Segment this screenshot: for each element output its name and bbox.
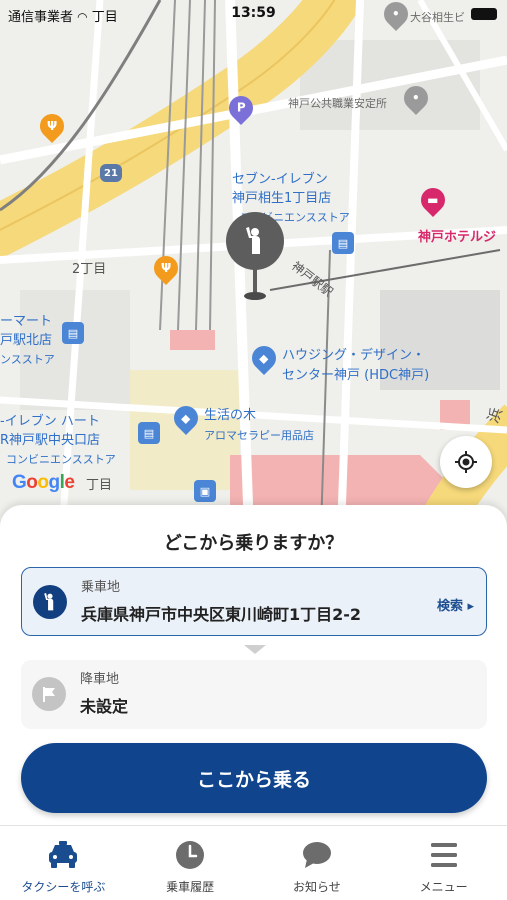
map-label: ーマート: [0, 314, 53, 329]
crosshair-icon: [455, 451, 477, 473]
transit-marker-icon[interactable]: ▣: [194, 480, 216, 502]
tab-label: タクシーを呼ぶ: [21, 880, 106, 894]
dropoff-location-field[interactable]: 降車地 未設定: [21, 660, 487, 729]
taxi-icon: [46, 838, 80, 872]
dropoff-caption: 降車地: [80, 672, 120, 687]
map-label: R神戸駅中央口店: [0, 433, 101, 448]
tab-bar: タクシーを呼ぶ 乗車履歴 お知らせ メニュー: [0, 825, 507, 900]
route-shield-icon: 21: [100, 164, 122, 182]
map-label: 神戸相生1丁目店: [232, 191, 332, 206]
tab-notices[interactable]: お知らせ: [254, 826, 381, 900]
tab-ride-history[interactable]: 乗車履歴: [127, 826, 254, 900]
tab-menu[interactable]: メニュー: [380, 826, 507, 900]
map-label: -イレブン ハート: [0, 414, 100, 429]
ride-from-here-button[interactable]: ここから乗る: [21, 743, 487, 813]
flag-icon: [32, 677, 66, 711]
clock-icon: [173, 838, 207, 872]
map-view[interactable]: 通信事業者 ◠ 丁目 13:59 Ψ Ψ P • • ▬ ◆ ◆ ▤ ▤ ▤ ▣…: [0, 0, 507, 560]
google-logo: Google: [12, 472, 75, 493]
pickup-caption: 乗車地: [81, 580, 121, 595]
map-label: 神戸公共職業安定所: [288, 97, 387, 110]
map-label: ハウジング・デザイン・: [282, 348, 426, 363]
dropoff-address: 未設定: [80, 697, 129, 716]
map-label: 大谷相生ビ: [410, 11, 465, 24]
caret-down-icon: [244, 645, 266, 654]
map-label: 生活の木: [204, 408, 257, 423]
waving-person-icon: [226, 212, 284, 270]
map-label: 丁目: [86, 478, 113, 493]
location-sheet: どこから乗りますか？ 乗車地 兵庫県神戸市中央区東川崎町1丁目2-2 検索 ▸ …: [0, 505, 507, 825]
tab-label: 乗車履歴: [166, 880, 215, 894]
pickup-location-pin[interactable]: [226, 212, 284, 300]
map-label: 神戸ホテルジ: [418, 230, 497, 245]
speech-bubble-icon: [300, 838, 334, 872]
waving-person-icon: [33, 585, 67, 619]
map-label: セブン-イレブン: [232, 172, 328, 187]
battery-icon: [471, 8, 497, 20]
map-label: アロマセラピー用品店: [204, 429, 314, 442]
map-label: 戸駅北店: [0, 333, 53, 348]
store-marker-icon[interactable]: ▤: [62, 322, 84, 344]
search-link[interactable]: 検索 ▸: [437, 595, 474, 614]
map-label: 2丁目: [72, 262, 107, 277]
store-marker-icon[interactable]: ▤: [332, 232, 354, 254]
map-label: センター神戸 (HDC神戸): [282, 368, 430, 383]
map-label: ンスストア: [0, 353, 55, 366]
pickup-address: 兵庫県神戸市中央区東川崎町1丁目2-2: [81, 605, 362, 624]
tab-label: お知らせ: [292, 880, 341, 894]
store-marker-icon[interactable]: ▤: [138, 422, 160, 444]
tab-label: メニュー: [419, 880, 468, 894]
tab-call-taxi[interactable]: タクシーを呼ぶ: [0, 826, 127, 900]
map-label: コンビニエンスストア: [6, 453, 116, 466]
pickup-location-field[interactable]: 乗車地 兵庫県神戸市中央区東川崎町1丁目2-2 検索 ▸: [21, 567, 487, 636]
hamburger-menu-icon: [427, 838, 461, 872]
current-location-button[interactable]: [440, 436, 492, 488]
sheet-title: どこから乗りますか？: [163, 533, 344, 554]
